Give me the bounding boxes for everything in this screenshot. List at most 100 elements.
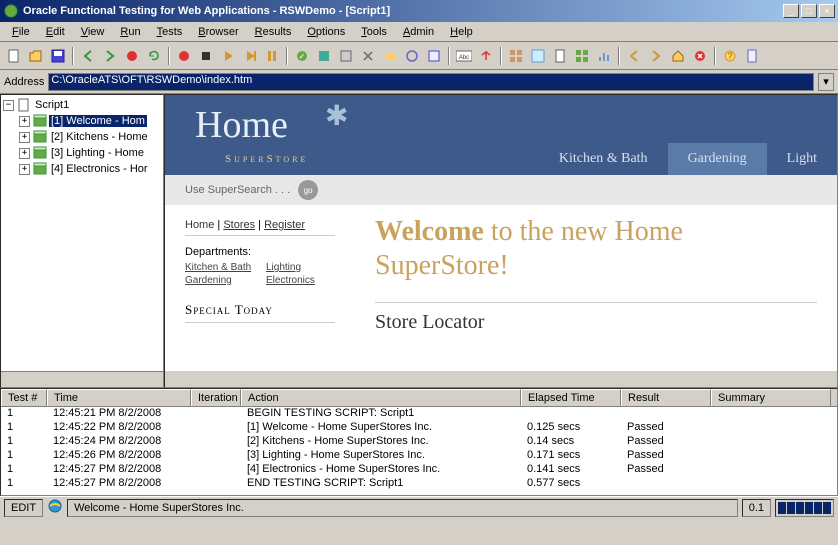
minimize-button[interactable]: _ [783,4,799,18]
tool-button-3[interactable] [336,46,356,66]
tool-button-2[interactable] [314,46,334,66]
tool-button-5[interactable] [380,46,400,66]
dept-link-gardening[interactable]: Gardening [185,275,254,286]
breadcrumb-home: Home [185,219,214,231]
tree-horizontal-scrollbar[interactable] [1,371,163,387]
menu-tools[interactable]: Tools [353,24,395,40]
browser-horizontal-scrollbar[interactable] [165,371,837,387]
stop-record-button[interactable] [196,46,216,66]
menu-admin[interactable]: Admin [395,24,442,40]
search-placeholder[interactable]: Use SuperSearch . . . [185,184,290,196]
tree-expand-icon[interactable]: + [19,116,30,127]
address-bar: Address C:\OracleATS\OFT\RSWDemo\index.h… [0,70,838,94]
help-button[interactable]: ? [720,46,740,66]
result-row[interactable]: 112:45:27 PM 8/2/2008[4] Electronics - H… [1,463,837,477]
menu-view[interactable]: View [73,24,113,40]
pause-button[interactable] [262,46,282,66]
abc-button[interactable]: Abc [454,46,474,66]
info-button[interactable] [742,46,762,66]
window-title: Oracle Functional Testing for Web Applic… [23,5,783,17]
record-button[interactable] [174,46,194,66]
tool-button-6[interactable] [402,46,422,66]
nav-back-button[interactable] [624,46,644,66]
grid-button-2[interactable] [528,46,548,66]
grid-button-1[interactable] [506,46,526,66]
menu-tests[interactable]: Tests [149,24,191,40]
address-dropdown-button[interactable]: ▾ [818,73,834,91]
nav-tab-light[interactable]: Light [767,143,837,175]
page-main-content: Welcome to the new Home SuperStore! Stor… [335,215,817,334]
tree-node-2[interactable]: [3] Lighting - Home [49,147,146,159]
doc-button[interactable] [550,46,570,66]
home-button[interactable] [668,46,688,66]
tree-node-0[interactable]: [1] Welcome - Hom [49,115,147,127]
tree-expand-icon[interactable]: + [19,164,30,175]
tool-button-7[interactable] [424,46,444,66]
results-header: Test #TimeIterationActionElapsed TimeRes… [1,389,837,407]
nav-fwd-button[interactable] [646,46,666,66]
stop-button[interactable] [122,46,142,66]
new-script-button[interactable] [4,46,24,66]
maximize-button[interactable]: □ [801,4,817,18]
results-col-iteration[interactable]: Iteration [191,389,241,406]
results-col-time[interactable]: Time [47,389,191,406]
results-pane: Test #TimeIterationActionElapsed TimeRes… [0,388,838,496]
forward-button[interactable] [100,46,120,66]
results-col-elapsed-time[interactable]: Elapsed Time [521,389,621,406]
menu-help[interactable]: Help [442,24,481,40]
tree-expand-icon[interactable]: + [19,148,30,159]
results-col-summary[interactable]: Summary [711,389,831,406]
result-row[interactable]: 112:45:21 PM 8/2/2008BEGIN TESTING SCRIP… [1,407,837,421]
status-page: Welcome - Home SuperStores Inc. [67,499,738,517]
menu-options[interactable]: Options [299,24,353,40]
logo-star-icon: ✱ [325,99,348,132]
dept-link-lighting[interactable]: Lighting [266,262,335,273]
breadcrumb-stores[interactable]: Stores [223,219,255,231]
menu-edit[interactable]: Edit [38,24,73,40]
save-button[interactable] [48,46,68,66]
results-col-result[interactable]: Result [621,389,711,406]
play-button[interactable] [218,46,238,66]
status-bar: EDIT Welcome - Home SuperStores Inc. 0.1 [0,496,838,518]
close-button[interactable]: × [819,4,835,18]
arrow-up-left-button[interactable] [476,46,496,66]
tool-button-1[interactable]: ✓ [292,46,312,66]
breadcrumb-register[interactable]: Register [264,219,305,231]
ie-icon [47,498,63,517]
welcome-bold: Welcome [375,216,484,247]
tree-root-label[interactable]: Script1 [33,99,71,111]
search-go-button[interactable]: go [298,180,318,200]
back-button[interactable] [78,46,98,66]
tree-node-3[interactable]: [4] Electronics - Hor [49,163,150,175]
result-row[interactable]: 112:45:22 PM 8/2/2008[1] Welcome - Home … [1,421,837,435]
nav-tab-gardening[interactable]: Gardening [668,143,767,175]
tool-button-4[interactable] [358,46,378,66]
status-progress [775,499,834,517]
menu-file[interactable]: File [4,24,38,40]
address-input[interactable]: C:\OracleATS\OFT\RSWDemo\index.htm [48,73,814,91]
dept-link-kitchen-bath[interactable]: Kitchen & Bath [185,262,254,273]
tree-collapse-icon[interactable]: − [3,100,14,111]
dept-link-electronics[interactable]: Electronics [266,275,335,286]
result-row[interactable]: 112:45:24 PM 8/2/2008[2] Kitchens - Home… [1,435,837,449]
open-button[interactable] [26,46,46,66]
tree-expand-icon[interactable]: + [19,132,30,143]
departments-heading: Departments: [185,246,335,258]
result-row[interactable]: 112:45:26 PM 8/2/2008[3] Lighting - Home… [1,449,837,463]
script-icon [17,98,31,112]
tree-node-1[interactable]: [2] Kitchens - Home [49,131,150,143]
grid-button-3[interactable] [572,46,592,66]
result-row[interactable]: 112:45:27 PM 8/2/2008END TESTING SCRIPT:… [1,477,837,491]
iterate-button[interactable] [240,46,260,66]
results-col-action[interactable]: Action [241,389,521,406]
chart-button[interactable] [594,46,614,66]
page-icon [33,146,47,160]
results-col-test-[interactable]: Test # [1,389,47,406]
menu-run[interactable]: Run [112,24,148,40]
menu-browser[interactable]: Browser [190,24,246,40]
refresh-button[interactable] [144,46,164,66]
title-bar: Oracle Functional Testing for Web Applic… [0,0,838,22]
stop-nav-button[interactable] [690,46,710,66]
menu-results[interactable]: Results [247,24,300,40]
nav-tab-kitchen-bath[interactable]: Kitchen & Bath [539,143,668,175]
